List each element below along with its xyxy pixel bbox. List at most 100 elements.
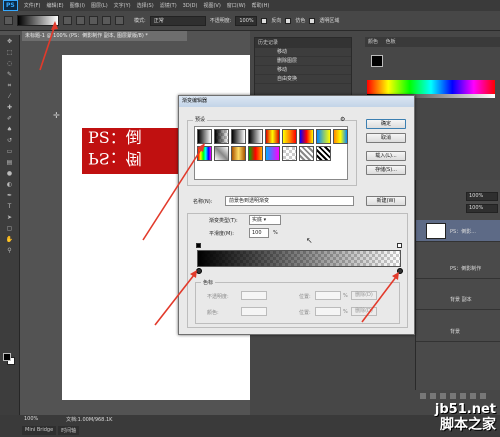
preset-swatch[interactable]	[231, 146, 246, 161]
history-panel-title[interactable]: 历史记录	[255, 38, 351, 48]
menu-help[interactable]: 帮助(H)	[252, 2, 270, 9]
cancel-button[interactable]: 取消	[366, 133, 406, 143]
opacity-stop-right[interactable]	[397, 243, 402, 248]
delete-stop-button-2[interactable]: 删除(D)	[351, 307, 377, 316]
save-button[interactable]: 存储(S)...	[366, 165, 406, 175]
reflected-gradient-button[interactable]	[102, 16, 111, 25]
quick-select-tool-icon[interactable]: ✎	[4, 71, 16, 79]
foreground-color-chip[interactable]	[3, 353, 11, 361]
color-stop-left[interactable]	[196, 268, 202, 274]
type-tool-icon[interactable]: T	[4, 203, 16, 211]
menu-filter[interactable]: 滤镜(T)	[160, 2, 177, 9]
dodge-tool-icon[interactable]: ◐	[4, 181, 16, 189]
preset-swatch[interactable]	[316, 146, 331, 161]
preset-swatch[interactable]	[231, 129, 246, 144]
link-layers-icon[interactable]	[420, 393, 426, 399]
smoothness-input[interactable]: 100	[249, 228, 269, 238]
move-tool-icon[interactable]: ✥	[4, 38, 16, 46]
color-stop-right[interactable]	[397, 268, 403, 274]
blur-tool-icon[interactable]: ●	[4, 170, 16, 178]
delete-layer-icon[interactable]	[480, 393, 486, 399]
stop-color-swatch[interactable]	[241, 307, 267, 316]
radial-gradient-button[interactable]	[76, 16, 85, 25]
lasso-tool-icon[interactable]: ◌	[4, 60, 16, 68]
dither-checkbox[interactable]	[285, 17, 292, 24]
eraser-tool-icon[interactable]: ▭	[4, 148, 16, 156]
marquee-tool-icon[interactable]: ⬚	[4, 49, 16, 57]
preset-swatch[interactable]	[299, 146, 314, 161]
brush-tool-icon[interactable]: ✐	[4, 115, 16, 123]
color-spectrum[interactable]	[367, 80, 495, 94]
preset-swatch[interactable]	[197, 146, 212, 161]
preset-swatch[interactable]	[265, 129, 280, 144]
presets-gear-icon[interactable]: ⚙	[340, 116, 345, 123]
mini-bridge-tab[interactable]: Mini Bridge	[22, 426, 57, 435]
layer-row[interactable]: PS：倒影制作	[416, 257, 500, 279]
menu-edit[interactable]: 编辑(E)	[47, 2, 64, 9]
healing-tool-icon[interactable]: ✚	[4, 104, 16, 112]
menu-view[interactable]: 视图(V)	[203, 2, 220, 9]
timeline-tab[interactable]: 时间轴	[58, 426, 80, 435]
preset-swatch[interactable]	[333, 129, 348, 144]
layer-opacity-input[interactable]: 100%	[466, 192, 498, 201]
reverse-checkbox[interactable]	[261, 17, 268, 24]
adjustment-layer-icon[interactable]	[450, 393, 456, 399]
history-brush-tool-icon[interactable]: ↺	[4, 137, 16, 145]
crop-tool-icon[interactable]: ⌗	[4, 82, 16, 90]
menu-layer[interactable]: 图层(L)	[91, 2, 108, 9]
preset-swatch[interactable]	[299, 129, 314, 144]
opacity-input[interactable]: 100%	[235, 15, 258, 26]
gradient-preview-swatch[interactable]	[17, 15, 59, 26]
tool-preset-button[interactable]	[4, 16, 13, 25]
eyedropper-tool-icon[interactable]: ⁄	[4, 93, 16, 101]
load-button[interactable]: 载入(L)...	[366, 151, 406, 161]
transparency-checkbox[interactable]	[309, 17, 316, 24]
menu-file[interactable]: 文件(F)	[24, 2, 41, 9]
menu-3d[interactable]: 3D(D)	[183, 3, 198, 9]
history-item[interactable]: 自由变换	[255, 75, 351, 84]
preset-swatch[interactable]	[282, 146, 297, 161]
menu-select[interactable]: 选择(S)	[137, 2, 154, 9]
add-mask-icon[interactable]	[440, 393, 446, 399]
preset-swatch[interactable]	[197, 129, 212, 144]
stop-location-input[interactable]	[315, 291, 341, 300]
stop-location-input-2[interactable]	[315, 307, 341, 316]
history-item[interactable]: 移动	[255, 48, 351, 57]
preset-swatch[interactable]	[265, 146, 280, 161]
gradient-bar[interactable]	[197, 250, 401, 267]
preset-swatch[interactable]	[316, 129, 331, 144]
new-group-icon[interactable]	[460, 393, 466, 399]
menu-image[interactable]: 图像(I)	[70, 2, 85, 9]
hand-tool-icon[interactable]: ✋	[4, 236, 16, 244]
panel-foreground-swatch[interactable]	[371, 55, 383, 67]
diamond-gradient-button[interactable]	[115, 16, 124, 25]
stop-opacity-input[interactable]	[241, 291, 267, 300]
stamp-tool-icon[interactable]: ♠	[4, 126, 16, 134]
preset-swatch[interactable]	[214, 146, 229, 161]
preset-swatch[interactable]	[248, 146, 263, 161]
menu-type[interactable]: 文字(Y)	[114, 2, 131, 9]
history-item[interactable]: 移动	[255, 66, 351, 75]
pen-tool-icon[interactable]: ✒	[4, 192, 16, 200]
preset-swatch[interactable]	[248, 129, 263, 144]
new-gradient-button[interactable]: 新建(W)	[366, 196, 406, 206]
ok-button[interactable]: 确定	[366, 119, 406, 129]
new-layer-icon[interactable]	[470, 393, 476, 399]
layer-row[interactable]: 背景	[416, 320, 500, 342]
mode-select[interactable]: 正常	[149, 15, 206, 26]
layer-row[interactable]: 背景 副本	[416, 288, 500, 310]
zoom-tool-icon[interactable]: ⚲	[4, 247, 16, 255]
document-tab[interactable]: 未标题-1 @ 100% (PS：倒影制作 副本, 图层蒙版/8) *	[22, 31, 187, 41]
opacity-stop-left[interactable]	[196, 243, 201, 248]
shape-tool-icon[interactable]: ▢	[4, 225, 16, 233]
linear-gradient-button[interactable]	[63, 16, 72, 25]
layer-row[interactable]: PS：倒影...	[416, 220, 500, 242]
delete-stop-button[interactable]: 删除(D)	[351, 291, 377, 300]
zoom-level[interactable]: 100%	[24, 416, 38, 422]
gradient-type-select[interactable]: 实底 ▾	[249, 215, 281, 225]
gradient-tool-icon[interactable]: ▤	[4, 159, 16, 167]
layer-fill-input[interactable]: 100%	[466, 204, 498, 213]
history-item[interactable]: 删除图层	[255, 57, 351, 66]
preset-swatch[interactable]	[282, 129, 297, 144]
layer-style-icon[interactable]	[430, 393, 436, 399]
